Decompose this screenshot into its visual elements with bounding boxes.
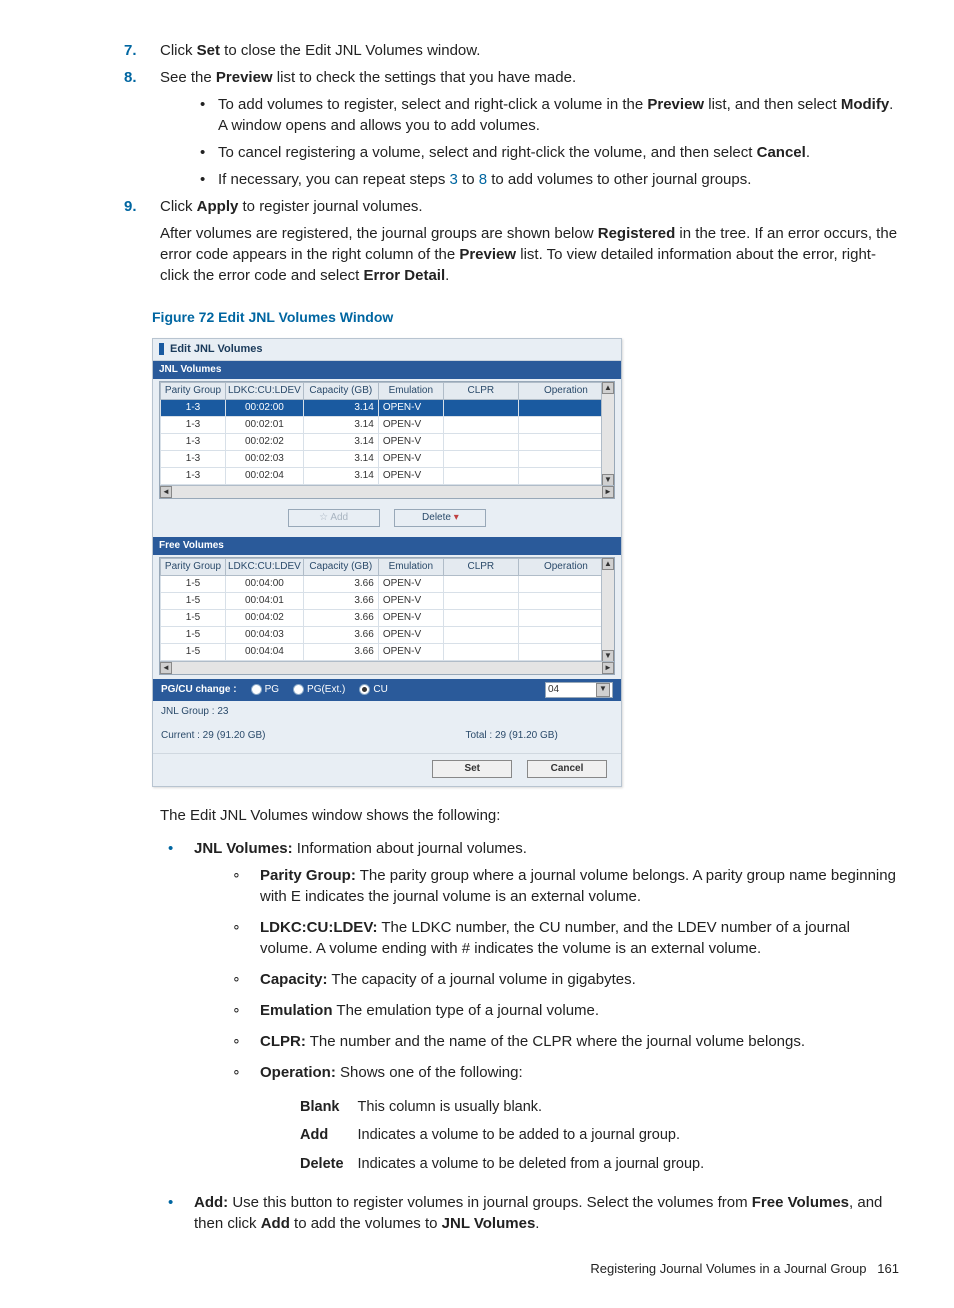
description-list: JNL Volumes: Information about journal v…	[55, 838, 899, 1234]
desc-add: Add: Use this button to register volumes…	[160, 1192, 899, 1234]
col-operation[interactable]: Operation	[518, 382, 613, 399]
table-row[interactable]: 1-300:02:013.14OPEN-V	[161, 416, 614, 433]
chevron-down-icon: ▼	[596, 683, 610, 697]
window-title: Edit JNL Volumes	[153, 339, 621, 361]
col-ldkc-cu-ldev[interactable]: LDKC:CU:LDEV	[226, 382, 304, 399]
step-9-para: After volumes are registered, the journa…	[160, 223, 899, 286]
status-area: JNL Group : 23 Current : 29 (91.20 GB) T…	[153, 701, 621, 753]
horizontal-scrollbar[interactable]: ◄►	[160, 485, 614, 498]
cancel-button[interactable]: Cancel	[527, 760, 607, 778]
table-row[interactable]: 1-500:04:003.66OPEN-V	[161, 575, 614, 592]
combo-value: 04	[548, 683, 559, 697]
bottom-button-row: Set Cancel	[153, 753, 621, 786]
page-number: 161	[877, 1261, 899, 1276]
table-row[interactable]: 1-500:04:013.66OPEN-V	[161, 592, 614, 609]
col-clpr[interactable]: CLPR	[443, 558, 518, 575]
desc-parity-group: Parity Group: The parity group where a j…	[232, 865, 899, 907]
figure-caption: Figure 72 Edit JNL Volumes Window	[152, 308, 899, 328]
table-row: DeleteIndicates a volume to be deleted f…	[300, 1150, 718, 1178]
pg-cu-label: PG/CU change :	[161, 683, 237, 697]
table-row[interactable]: 1-300:02:003.14OPEN-V	[161, 399, 614, 416]
jnl-group-label: JNL Group : 23	[161, 705, 613, 719]
table-row[interactable]: 1-300:02:023.14OPEN-V	[161, 433, 614, 450]
horizontal-scrollbar[interactable]: ◄►	[160, 661, 614, 674]
col-ldkc-cu-ldev[interactable]: LDKC:CU:LDEV	[226, 558, 304, 575]
add-delete-row: ☆ Add Delete ▾	[153, 503, 621, 537]
desc-jnl-volumes: JNL Volumes: Information about journal v…	[160, 838, 899, 1178]
set-button[interactable]: Set	[432, 760, 512, 778]
step-9: 9. Click Apply to register journal volum…	[160, 196, 899, 286]
table-row[interactable]: 1-300:02:033.14OPEN-V	[161, 450, 614, 467]
free-volumes-header: Free Volumes	[153, 537, 621, 555]
numbered-steps: 7. Click Set to close the Edit JNL Volum…	[55, 40, 899, 286]
operation-values-table: BlankThis column is usually blank.AddInd…	[300, 1093, 718, 1178]
table-row: BlankThis column is usually blank.	[300, 1093, 718, 1121]
col-capacity[interactable]: Capacity (GB)	[303, 382, 378, 399]
radio-cu[interactable]: CU	[359, 683, 387, 697]
desc-ldkc: LDKC:CU:LDEV: The LDKC number, the CU nu…	[232, 917, 899, 959]
table-row[interactable]: 1-500:04:023.66OPEN-V	[161, 609, 614, 626]
radio-pg-ext[interactable]: PG(Ext.)	[293, 683, 345, 697]
step-number: 8.	[124, 67, 137, 88]
table-row[interactable]: 1-500:04:033.66OPEN-V	[161, 626, 614, 643]
jnl-volumes-table: Parity Group LDKC:CU:LDEV Capacity (GB) …	[160, 382, 614, 485]
step-8-bullets: To add volumes to register, select and r…	[160, 94, 899, 190]
jnl-volumes-header: JNL Volumes	[153, 361, 621, 379]
pg-cu-change-row: PG/CU change : PG PG(Ext.) CU 04 ▼	[153, 679, 621, 701]
col-operation[interactable]: Operation	[518, 558, 613, 575]
step-link-8[interactable]: 8	[479, 171, 487, 188]
total-label: Total : 29 (91.20 GB)	[466, 729, 558, 743]
bullet-item: If necessary, you can repeat steps 3 to …	[200, 169, 899, 190]
radio-pg[interactable]: PG	[251, 683, 279, 697]
table-row[interactable]: 1-500:04:043.66OPEN-V	[161, 643, 614, 660]
free-volumes-table-wrap: Parity Group LDKC:CU:LDEV Capacity (GB) …	[159, 557, 615, 675]
bullet-item: To add volumes to register, select and r…	[200, 94, 899, 136]
desc-operation: Operation: Shows one of the following: B…	[232, 1062, 899, 1178]
col-emulation[interactable]: Emulation	[378, 558, 443, 575]
vertical-scrollbar[interactable]: ▲▼	[601, 558, 614, 662]
col-parity-group[interactable]: Parity Group	[161, 382, 226, 399]
edit-jnl-volumes-window: Edit JNL Volumes JNL Volumes Parity Grou…	[152, 338, 622, 787]
desc-emulation: Emulation The emulation type of a journa…	[232, 1000, 899, 1021]
footer-section-title: Registering Journal Volumes in a Journal…	[590, 1261, 866, 1276]
add-button[interactable]: ☆ Add	[288, 509, 380, 527]
delete-button[interactable]: Delete ▾	[394, 509, 486, 527]
bullet-item: To cancel registering a volume, select a…	[200, 142, 899, 163]
col-emulation[interactable]: Emulation	[378, 382, 443, 399]
desc-clpr: CLPR: The number and the name of the CLP…	[232, 1031, 899, 1052]
free-volumes-table: Parity Group LDKC:CU:LDEV Capacity (GB) …	[160, 558, 614, 661]
step-8: 8. See the Preview list to check the set…	[160, 67, 899, 190]
desc-capacity: Capacity: The capacity of a journal volu…	[232, 969, 899, 990]
step-number: 9.	[124, 196, 137, 217]
cu-combo[interactable]: 04 ▼	[545, 682, 613, 698]
jnl-volumes-table-wrap: Parity Group LDKC:CU:LDEV Capacity (GB) …	[159, 381, 615, 499]
jnl-sub-list: Parity Group: The parity group where a j…	[194, 865, 899, 1178]
table-row[interactable]: 1-300:02:043.14OPEN-V	[161, 467, 614, 484]
step-number: 7.	[124, 40, 137, 61]
table-row: AddIndicates a volume to be added to a j…	[300, 1121, 718, 1149]
step-link-3[interactable]: 3	[450, 171, 458, 188]
col-parity-group[interactable]: Parity Group	[161, 558, 226, 575]
page-footer: Registering Journal Volumes in a Journal…	[55, 1260, 899, 1278]
after-figure-text: The Edit JNL Volumes window shows the fo…	[160, 805, 899, 826]
col-capacity[interactable]: Capacity (GB)	[303, 558, 378, 575]
current-label: Current : 29 (91.20 GB)	[161, 729, 266, 743]
col-clpr[interactable]: CLPR	[443, 382, 518, 399]
vertical-scrollbar[interactable]: ▲▼	[601, 382, 614, 486]
step-7: 7. Click Set to close the Edit JNL Volum…	[160, 40, 899, 61]
